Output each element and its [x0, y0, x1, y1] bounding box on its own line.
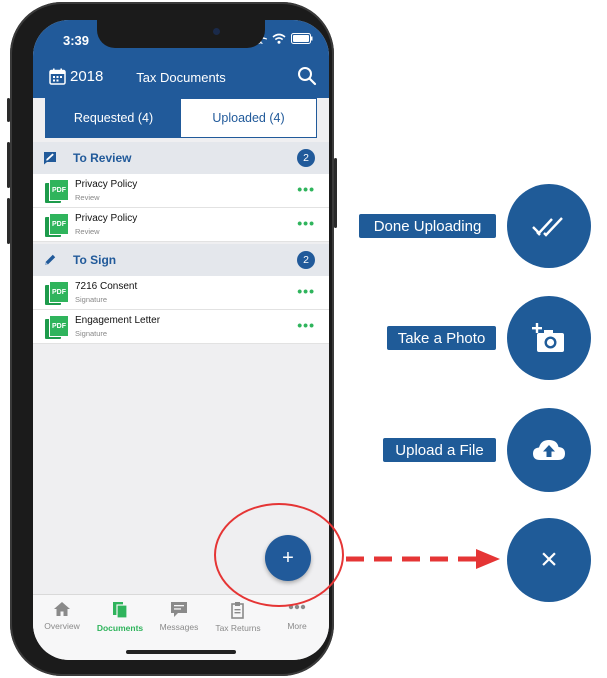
section-label: To Review	[73, 151, 132, 165]
camera-icon	[213, 28, 220, 35]
upload-file-label: Upload a File	[383, 438, 496, 462]
double-check-icon	[532, 217, 563, 237]
pdf-icon: PDF	[45, 281, 69, 305]
notch	[97, 20, 265, 48]
document-action: Signature	[75, 295, 108, 304]
document-row-privacy-policy-1[interactable]: PDF Privacy Policy Review •••	[33, 174, 329, 208]
mute-switch	[7, 98, 10, 122]
wifi-icon	[272, 33, 286, 44]
home-indicator	[126, 650, 236, 654]
tab-tax-returns[interactable]: Tax Returns	[209, 601, 267, 633]
power-button	[334, 158, 337, 228]
dashed-arrow	[346, 549, 500, 569]
page-title: Tax Documents	[136, 70, 226, 85]
search-icon[interactable]	[297, 66, 317, 86]
document-name: Privacy Policy	[75, 213, 138, 224]
take-photo-label: Take a Photo	[387, 326, 496, 350]
more-options-icon[interactable]: •••	[297, 181, 315, 197]
highlight-ring	[214, 503, 344, 607]
more-options-icon[interactable]: •••	[297, 317, 315, 333]
upload-file-button[interactable]	[507, 408, 591, 492]
document-row-engagement-letter[interactable]: PDF Engagement Letter Signature •••	[33, 310, 329, 344]
count-badge: 2	[297, 251, 315, 269]
volume-down-button	[7, 198, 10, 244]
tab-requested[interactable]: Requested (4)	[46, 99, 181, 137]
count-badge: 2	[297, 149, 315, 167]
pdf-icon: PDF	[45, 315, 69, 339]
document-action: Signature	[75, 329, 108, 338]
section-to-review: To Review 2	[33, 142, 329, 174]
document-name: Engagement Letter	[75, 315, 161, 326]
tab-uploaded[interactable]: Uploaded (4)	[181, 99, 316, 137]
document-row-privacy-policy-2[interactable]: PDF Privacy Policy Review •••	[33, 208, 329, 242]
tab-overview[interactable]: Overview	[33, 601, 91, 631]
volume-up-button	[7, 142, 10, 188]
more-options-icon[interactable]: •••	[297, 283, 315, 299]
section-label: To Sign	[73, 253, 117, 267]
tab-documents[interactable]: Documents	[91, 601, 149, 633]
document-name: Privacy Policy	[75, 179, 138, 190]
message-icon	[171, 602, 187, 617]
documents-icon	[113, 602, 128, 619]
app-header: 2018 Tax Documents	[33, 60, 329, 98]
home-icon	[54, 602, 70, 616]
close-menu-button[interactable]: ×	[507, 518, 591, 602]
tax-returns-icon	[231, 602, 244, 619]
document-action: Review	[75, 227, 100, 236]
add-photo-icon	[532, 323, 564, 352]
battery-icon	[291, 32, 313, 44]
more-options-icon[interactable]: •••	[297, 215, 315, 231]
pdf-icon: PDF	[45, 213, 69, 237]
document-row-7216-consent[interactable]: PDF 7216 Consent Signature •••	[33, 276, 329, 310]
pdf-icon: PDF	[45, 179, 69, 203]
document-segment-control: Requested (4) Uploaded (4)	[45, 98, 317, 138]
status-time: 3:39	[63, 33, 90, 48]
done-uploading-label: Done Uploading	[359, 214, 496, 238]
review-icon	[44, 152, 56, 165]
take-photo-button[interactable]	[507, 296, 591, 380]
pencil-icon	[45, 254, 56, 265]
document-action: Review	[75, 193, 100, 202]
cloud-upload-icon	[533, 440, 565, 460]
section-to-sign: To Sign 2	[33, 244, 329, 276]
tab-messages[interactable]: Messages	[150, 601, 208, 632]
document-name: 7216 Consent	[75, 281, 138, 292]
done-uploading-button[interactable]	[507, 184, 591, 268]
